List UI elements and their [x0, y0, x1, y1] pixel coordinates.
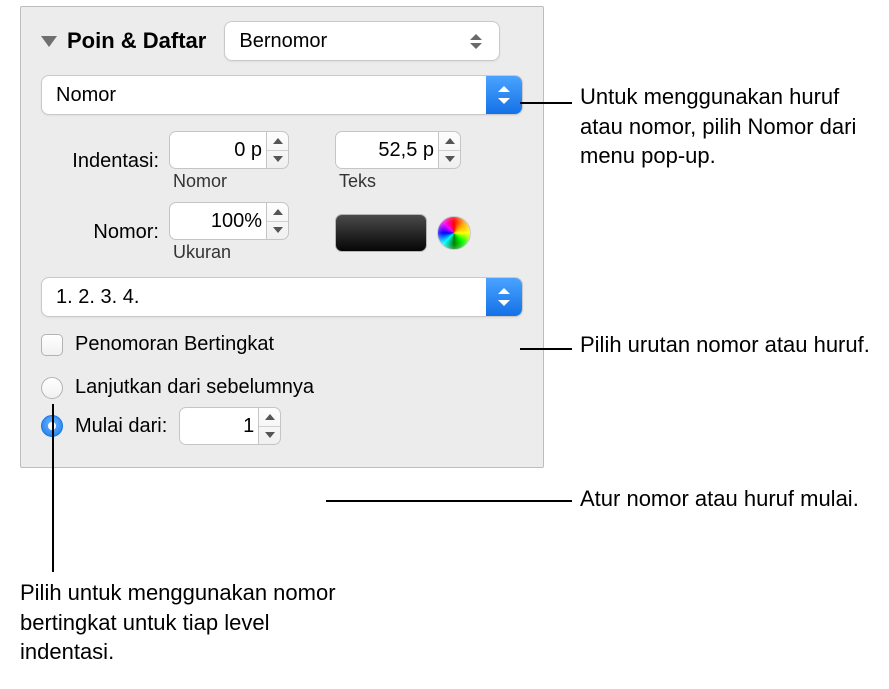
callout-leader-line — [520, 348, 572, 350]
callout-leader-line — [52, 404, 54, 572]
number-format-popup[interactable]: Nomor — [41, 75, 523, 115]
chevron-updown-icon — [486, 76, 522, 114]
indent-text-input[interactable] — [335, 131, 439, 169]
chevron-updown-icon — [467, 32, 485, 50]
stepper-buttons[interactable] — [439, 131, 461, 169]
callout-text-3: Atur nomor atau huruf mulai. — [580, 484, 880, 514]
tiered-numbering-row: Penomoran Bertingkat — [41, 333, 523, 356]
number-format-value: Nomor — [42, 84, 486, 107]
stepper-buttons[interactable] — [267, 131, 289, 169]
callout-text-2: Pilih urutan nomor atau huruf. — [580, 330, 880, 360]
disclosure-triangle-icon[interactable] — [41, 36, 57, 47]
start-from-stepper[interactable] — [179, 407, 281, 445]
step-down-icon[interactable] — [267, 151, 288, 169]
indent-text-sublabel: Teks — [339, 171, 376, 192]
indent-text-stepper[interactable] — [335, 131, 461, 169]
callout-leader-line — [326, 500, 572, 502]
number-size-input[interactable] — [169, 202, 267, 240]
number-size-row: Nomor: Ukuran — [41, 202, 523, 263]
start-from-input[interactable] — [179, 407, 259, 445]
start-from-row: Mulai dari: — [41, 407, 523, 445]
section-title: Poin & Daftar — [67, 28, 206, 54]
color-wheel-icon[interactable] — [437, 216, 471, 250]
step-down-icon[interactable] — [259, 427, 280, 445]
step-down-icon[interactable] — [267, 222, 288, 240]
step-down-icon[interactable] — [439, 151, 460, 169]
chevron-updown-icon — [486, 278, 522, 316]
indent-label: Indentasi: — [41, 150, 159, 173]
tiered-numbering-label: Penomoran Bertingkat — [75, 333, 274, 356]
number-size-sublabel: Ukuran — [173, 242, 231, 263]
continue-from-previous-row: Lanjutkan dari sebelumnya — [41, 376, 523, 399]
stepper-buttons[interactable] — [267, 202, 289, 240]
tiered-numbering-checkbox[interactable] — [41, 334, 63, 356]
continue-radio-label: Lanjutkan dari sebelumnya — [75, 376, 314, 399]
callout-leader-line — [520, 102, 572, 104]
number-size-label: Nomor: — [41, 221, 159, 244]
list-type-value: Bernomor — [239, 30, 327, 53]
indent-number-sublabel: Nomor — [173, 171, 227, 192]
bullets-lists-panel: Poin & Daftar Bernomor Nomor Indentasi: … — [20, 6, 544, 468]
list-type-popup[interactable]: Bernomor — [224, 21, 500, 61]
step-up-icon[interactable] — [267, 203, 288, 222]
stepper-buttons[interactable] — [259, 407, 281, 445]
step-up-icon[interactable] — [259, 408, 280, 427]
step-up-icon[interactable] — [267, 132, 288, 151]
number-size-stepper[interactable] — [169, 202, 289, 240]
callout-text-4: Pilih untuk menggunakan nomor bertingkat… — [20, 578, 340, 667]
step-up-icon[interactable] — [439, 132, 460, 151]
number-color-swatch[interactable] — [335, 214, 427, 252]
indent-number-input[interactable] — [169, 131, 267, 169]
continue-radio[interactable] — [41, 377, 63, 399]
indent-row: Indentasi: Nomor Teks — [41, 131, 523, 192]
number-sequence-popup[interactable]: 1. 2. 3. 4. — [41, 277, 523, 317]
callout-text-1: Untuk menggunakan huruf atau nomor, pili… — [580, 82, 880, 171]
indent-number-stepper[interactable] — [169, 131, 289, 169]
number-sequence-value: 1. 2. 3. 4. — [42, 286, 486, 309]
section-header: Poin & Daftar Bernomor — [41, 21, 523, 61]
start-from-label: Mulai dari: — [75, 415, 167, 438]
